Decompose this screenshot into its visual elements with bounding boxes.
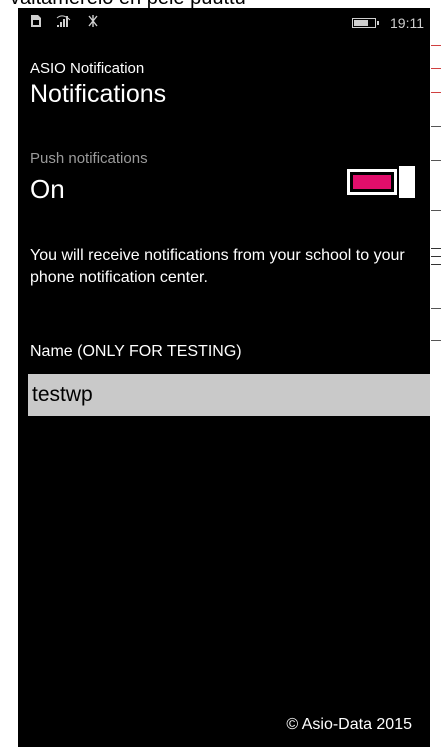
status-bar: 19:11 xyxy=(18,8,430,38)
toggle-fill xyxy=(353,175,391,189)
push-notifications-label: Push notifications xyxy=(30,150,148,167)
phone-screen: 19:11 ASIO Notification Notifications Pu… xyxy=(18,8,430,747)
sim-icon xyxy=(30,14,42,32)
cropped-caption: valtamerelo en pele puuttu xyxy=(0,0,448,8)
name-field-label: Name (ONLY FOR TESTING) xyxy=(30,343,242,360)
copyright-footer: © Asio-Data 2015 xyxy=(286,716,412,733)
name-input[interactable] xyxy=(28,374,430,416)
status-time: 19:11 xyxy=(390,15,424,31)
app-name: ASIO Notification xyxy=(30,60,145,77)
toggle-thumb[interactable] xyxy=(399,166,415,198)
signal-icon xyxy=(56,14,72,32)
page-title: Notifications xyxy=(30,80,167,108)
battery-icon xyxy=(352,18,379,28)
push-notifications-state: On xyxy=(30,174,65,204)
notification-info-text: You will receive notifications from your… xyxy=(30,247,405,286)
edge-decoration xyxy=(429,30,448,360)
toggle-track xyxy=(347,169,397,195)
data-icon xyxy=(86,14,100,32)
push-notifications-toggle[interactable] xyxy=(347,166,415,198)
